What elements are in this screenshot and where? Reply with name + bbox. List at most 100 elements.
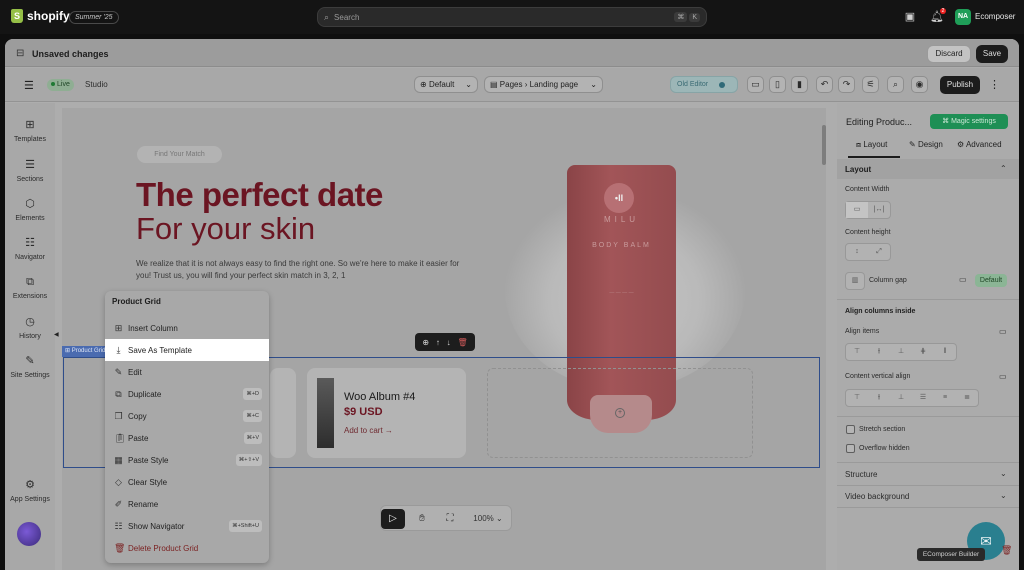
menu-item-insert-column[interactable]: ⊞ Insert Column bbox=[105, 317, 269, 339]
stretch-section-checkbox[interactable] bbox=[846, 425, 855, 434]
overflow-hidden-checkbox[interactable] bbox=[846, 444, 855, 453]
sidebar-item-extensions[interactable]: ⧉ Extensions bbox=[5, 276, 55, 300]
store-icon[interactable]: ▣ bbox=[903, 10, 917, 24]
full-height-icon[interactable]: ⤢ bbox=[868, 244, 890, 260]
align-items-toggle[interactable]: ⊤ ⫲ ⊥ ⋕ ‖ bbox=[845, 343, 957, 361]
save-button[interactable]: Save bbox=[976, 45, 1008, 63]
align-center-icon[interactable]: ⋕ bbox=[912, 344, 934, 360]
responsive-desktop-icon[interactable]: ▭ bbox=[999, 372, 1007, 381]
tab-label: Advanced bbox=[965, 140, 1002, 149]
zoom-select[interactable]: 100% ⌄ bbox=[465, 509, 511, 529]
responsive-desktop-icon[interactable]: ▭ bbox=[999, 327, 1007, 336]
menu-item-copy[interactable]: ❐ Copy ⌘+C bbox=[105, 405, 269, 427]
page-select[interactable]: ▤ Pages › Landing page ⌄ bbox=[484, 76, 603, 93]
structure-section[interactable]: Structure bbox=[845, 470, 877, 479]
align-top-icon[interactable]: ⊤ bbox=[846, 344, 868, 360]
chevron-up-icon[interactable]: ⌃ bbox=[1000, 164, 1007, 173]
empty-column-slot[interactable] bbox=[487, 368, 753, 458]
trash-icon[interactable]: 🗑︎ bbox=[457, 338, 467, 347]
valign-middle-icon[interactable]: ⫲ bbox=[868, 390, 890, 406]
valign-space-between-icon[interactable]: ☰ bbox=[912, 390, 934, 406]
bell-icon[interactable]: 🔔︎ 2 bbox=[930, 8, 946, 24]
fit-screen-icon[interactable]: ⛶ bbox=[438, 509, 462, 529]
boxed-width-icon[interactable]: |↔| bbox=[868, 202, 890, 218]
hero-title-line-2[interactable]: For your skin bbox=[136, 211, 315, 247]
valign-space-around-icon[interactable]: ≡ bbox=[934, 390, 956, 406]
sidebar-item-app-settings[interactable]: ⚙ App Settings bbox=[5, 479, 55, 503]
preview-eye-icon[interactable]: ◉ bbox=[911, 76, 928, 93]
align-bottom-icon[interactable]: ⊥ bbox=[890, 344, 912, 360]
sidebar-item-site-settings[interactable]: ✎ Site Settings bbox=[5, 355, 55, 379]
sidebar-item-sections[interactable]: ☰ Sections bbox=[5, 159, 55, 183]
settings-sliders-icon[interactable]: ⚟ bbox=[862, 76, 879, 93]
menu-icon[interactable]: ☰ bbox=[24, 79, 34, 92]
search-input[interactable]: ⌕ Search ⌘ K bbox=[317, 7, 707, 27]
trash-icon[interactable]: 🗑︎ bbox=[1001, 545, 1012, 556]
old-editor-toggle[interactable]: Old Editor bbox=[670, 76, 738, 93]
theme-select[interactable]: ⊕ Default ⌄ bbox=[414, 76, 478, 93]
mobile-view-icon[interactable]: ▮ bbox=[791, 76, 808, 93]
auto-height-icon[interactable]: ↕ bbox=[846, 244, 868, 260]
column-gap-select[interactable]: Default bbox=[975, 274, 1007, 287]
responsive-desktop-icon[interactable]: ▭ bbox=[959, 275, 967, 284]
hero-paragraph[interactable]: We realize that it is not always easy to… bbox=[136, 258, 466, 282]
hero-tag[interactable]: Find Your Match bbox=[137, 146, 222, 163]
menu-item-rename[interactable]: ✐ Rename bbox=[105, 493, 269, 515]
menu-item-clear-style[interactable]: ◇ Clear Style bbox=[105, 471, 269, 493]
product-thumbnail[interactable] bbox=[317, 378, 334, 448]
tablet-view-icon[interactable]: ▯ bbox=[769, 76, 786, 93]
full-width-icon[interactable]: ▭ bbox=[846, 202, 868, 218]
publish-button[interactable]: Publish bbox=[940, 76, 980, 94]
align-middle-icon[interactable]: ⫲ bbox=[868, 344, 890, 360]
select-pointer-icon[interactable]: ▷ bbox=[381, 509, 405, 529]
add-to-cart-link[interactable]: Add to cart → bbox=[344, 426, 393, 435]
redo-icon[interactable]: ↷ bbox=[838, 76, 855, 93]
pan-hand-icon[interactable]: ✋︎ bbox=[410, 509, 434, 529]
move-down-icon[interactable]: ↓ bbox=[447, 338, 451, 347]
selection-tag[interactable]: ⊞ Product Grid bbox=[62, 346, 109, 357]
undo-icon[interactable]: ↶ bbox=[816, 76, 833, 93]
content-height-toggle[interactable]: ↕ ⤢ bbox=[845, 243, 891, 261]
move-up-icon[interactable]: ↑ bbox=[436, 338, 440, 347]
assistant-avatar[interactable] bbox=[17, 522, 41, 546]
canvas-scrollbar[interactable] bbox=[822, 125, 826, 165]
collapse-sidebar-icon[interactable]: ◀ bbox=[54, 331, 59, 338]
menu-item-duplicate[interactable]: ⧉ Duplicate ⌘+D bbox=[105, 383, 269, 405]
align-stretch-icon[interactable]: ‖ bbox=[934, 344, 956, 360]
discard-button[interactable]: Discard bbox=[927, 45, 971, 63]
menu-item-save-as-template[interactable]: ⤓ Save As Template bbox=[105, 339, 269, 361]
product-title[interactable]: Woo Album #4 bbox=[344, 391, 415, 403]
valign-bottom-icon[interactable]: ⊥ bbox=[890, 390, 912, 406]
studio-link[interactable]: Studio bbox=[85, 80, 108, 89]
tab-advanced[interactable]: ⚙ Advanced bbox=[957, 140, 1002, 149]
video-background-section[interactable]: Video background bbox=[845, 492, 909, 501]
hero-title-line-1[interactable]: The perfect date bbox=[136, 176, 383, 214]
menu-item-paste-style[interactable]: ▦ Paste Style ⌘+⇧+V bbox=[105, 449, 269, 471]
chevron-down-icon[interactable]: ⌄ bbox=[1000, 491, 1007, 500]
menu-item-delete[interactable]: 🗑︎ Delete Product Grid bbox=[105, 537, 269, 559]
valign-space-evenly-icon[interactable]: ≣ bbox=[956, 390, 978, 406]
sidebar-item-history[interactable]: ◷ History bbox=[5, 316, 55, 340]
chevron-down-icon[interactable]: ⌄ bbox=[1000, 469, 1007, 478]
sidebar-item-elements[interactable]: ⬡ Elements bbox=[5, 198, 55, 222]
chevron-down-icon: ⌄ bbox=[465, 80, 472, 89]
magic-settings-button[interactable]: ⌘ Magic settings bbox=[930, 114, 1008, 129]
add-icon[interactable]: ⊕ bbox=[422, 338, 429, 347]
content-vertical-align-toggle[interactable]: ⊤ ⫲ ⊥ ☰ ≡ ≣ bbox=[845, 389, 979, 407]
sidebar-item-templates[interactable]: ⊞ Templates bbox=[5, 119, 55, 143]
menu-item-paste[interactable]: 📋︎ Paste ⌘+V bbox=[105, 427, 269, 449]
inspect-icon[interactable]: ⌕ bbox=[887, 76, 904, 93]
account-avatar[interactable]: NA bbox=[955, 9, 971, 25]
menu-item-edit[interactable]: ✎ Edit bbox=[105, 361, 269, 383]
valign-top-icon[interactable]: ⊤ bbox=[846, 390, 868, 406]
tab-design[interactable]: ✎ Design bbox=[909, 140, 943, 149]
desktop-view-icon[interactable]: ▭ bbox=[747, 76, 764, 93]
content-width-toggle[interactable]: ▭ |↔| bbox=[845, 201, 891, 219]
shopify-logo[interactable]: S shopify bbox=[11, 9, 70, 23]
more-menu-icon[interactable]: ⋮ bbox=[989, 78, 1000, 91]
store-name[interactable]: Ecomposer bbox=[975, 12, 1015, 21]
sidebar-item-navigator[interactable]: ☷ Navigator bbox=[5, 237, 55, 261]
menu-item-show-navigator[interactable]: ☷ Show Navigator ⌘+Shift+U bbox=[105, 515, 269, 537]
tab-layout[interactable]: ⧈ Layout bbox=[856, 140, 887, 150]
product-card[interactable] bbox=[270, 368, 296, 458]
